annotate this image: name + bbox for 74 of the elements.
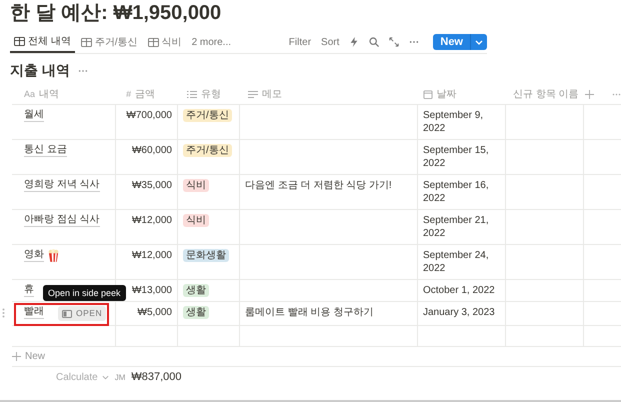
view-tab[interactable]: 주거/통신 <box>76 31 142 53</box>
calendar-icon <box>422 90 433 98</box>
category-tag: 문화생활 <box>183 249 229 262</box>
drag-handle-icon[interactable] <box>2 308 5 318</box>
item-name[interactable]: 영희랑 저녁 식사 <box>24 179 100 192</box>
date-cell: September 16, 2022 <box>423 180 489 204</box>
category-tag: 식비 <box>183 214 209 227</box>
item-name[interactable]: 월세 <box>24 109 44 122</box>
chevron-down-icon <box>475 40 483 44</box>
section-title: 지출 내역 <box>10 62 70 80</box>
table-icon <box>14 36 25 46</box>
category-tag: 주거/통신 <box>183 109 232 122</box>
column-header[interactable]: 메모 <box>236 84 411 104</box>
open-button[interactable]: OPEN <box>58 306 106 321</box>
date-cell: October 1, 2022 <box>423 285 495 296</box>
memo-cell: 룸메이트 빨래 비용 청구하기 <box>245 307 374 318</box>
column-label: 날짜 <box>436 88 457 101</box>
new-button[interactable]: New <box>433 34 470 50</box>
amount-cell: ₩5,000 <box>138 307 172 318</box>
column-label: 유형 <box>201 88 222 101</box>
item-name[interactable]: 휴 <box>24 284 34 297</box>
column-header[interactable]: # 금액 <box>114 84 176 104</box>
add-icon <box>12 352 21 361</box>
column-label: 메모 <box>262 88 282 101</box>
add-icon[interactable] <box>585 90 594 98</box>
amount-cell: ₩12,000 <box>132 250 172 261</box>
item-name[interactable]: 영화 <box>24 249 44 262</box>
category-tag: 생활 <box>183 284 209 297</box>
toolbar-button[interactable]: Filter <box>288 36 312 48</box>
item-name[interactable]: 빨래 <box>24 306 44 319</box>
tooltip: Open in side peek <box>43 285 126 301</box>
more-icon[interactable] <box>78 69 88 73</box>
item-name[interactable]: 아빠랑 점심 식사 <box>24 214 100 227</box>
view-tab[interactable]: 식비 <box>144 31 186 53</box>
column-label: 금액 <box>135 88 156 101</box>
date-cell: January 3, 2023 <box>423 307 495 318</box>
search-icon[interactable] <box>369 37 380 47</box>
amount-cell: ₩35,000 <box>132 180 172 191</box>
date-cell: September 15, 2022 <box>423 145 489 169</box>
date-cell: September 24, 2022 <box>423 250 489 274</box>
amount-cell: ₩60,000 <box>132 145 172 156</box>
calculate-button[interactable]: Calculate <box>56 372 109 382</box>
new-dropdown-button[interactable] <box>470 34 487 50</box>
category-tag: 식비 <box>183 179 209 192</box>
toolbar-button[interactable]: Sort <box>321 36 340 48</box>
category-tag: 주거/통신 <box>183 144 232 157</box>
expand-icon[interactable] <box>389 37 400 47</box>
view-tab[interactable]: 전체 내역 <box>10 31 75 53</box>
amount-cell: ₩700,000 <box>126 110 172 121</box>
more-views-button[interactable]: 2 more... <box>188 31 236 53</box>
table-icon <box>148 38 159 46</box>
type-mark: Aa <box>24 89 36 99</box>
date-cell: September 21, 2022 <box>423 215 489 239</box>
list-icon <box>187 90 198 98</box>
sum-label: JM <box>114 372 126 382</box>
column-header[interactable]: 유형 <box>175 84 236 104</box>
item-name[interactable]: 통신 요금 <box>24 144 67 157</box>
amount-cell: ₩12,000 <box>132 215 172 226</box>
memo-cell: 다음엔 조금 더 저렴한 식당 가기! <box>245 180 392 191</box>
sum-value: ₩837,000 <box>131 371 182 383</box>
category-tag: 생활 <box>183 306 209 319</box>
chevron-down-icon <box>102 374 109 380</box>
add-row-button[interactable]: New <box>12 347 621 367</box>
column-header[interactable]: Aa 내역 <box>12 84 114 104</box>
amount-cell: ₩13,000 <box>132 285 172 296</box>
page-title: 한 달 예산: ₩1,950,000 <box>9 1 222 26</box>
type-mark: # <box>126 89 132 99</box>
column-header[interactable]: 날짜 <box>410 84 498 104</box>
text-lines-icon <box>248 90 258 98</box>
date-cell: September 9, 2022 <box>423 110 484 134</box>
table-icon <box>80 38 92 46</box>
lightning-icon[interactable] <box>349 37 360 47</box>
column-label: 내역 <box>39 88 60 101</box>
side-panel-icon <box>62 310 72 318</box>
